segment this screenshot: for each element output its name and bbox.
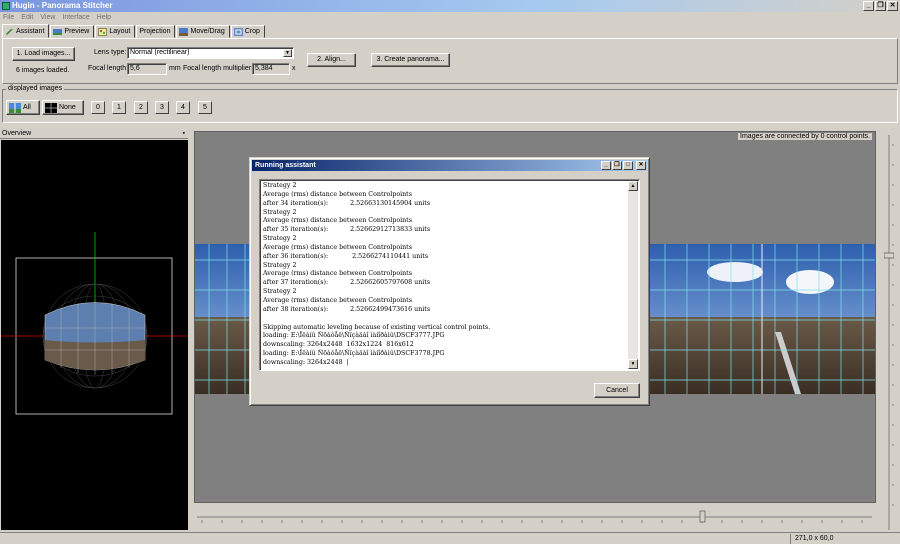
overview-panel[interactable] [1,140,188,530]
image-toggle-1[interactable]: 1 [112,101,126,114]
image-toggle-2[interactable]: 2 [134,101,148,114]
coords-readout: 271,0 x 60,0 [790,534,880,544]
scroll-up-icon[interactable]: ▲ [628,181,638,191]
log-scrollbar[interactable]: ▲ ▼ [628,181,638,369]
crop-icon [233,27,243,36]
image-toggle-0[interactable]: 0 [91,101,105,114]
restore-button[interactable]: ❐ [875,1,886,11]
menu-file[interactable]: File [3,12,14,23]
dialog-minimize-button[interactable]: _ [601,161,611,170]
displayed-images-title: displayed images [6,85,65,92]
focal-multiplier-field[interactable]: 5,384 [252,63,290,75]
tab-move-drag[interactable]: Move/Drag [176,25,230,38]
assistant-panel: 1. Load images... 6 images loaded. Lens … [2,38,898,84]
no-images-icon [45,102,57,113]
image-toggle-5[interactable]: 5 [198,101,212,114]
vertical-fov-slider[interactable] [883,135,895,530]
tab-projection[interactable]: Projection [136,25,176,38]
window-title: Hugin - Panorama Stitcher [12,1,113,10]
scroll-down-icon[interactable]: ▼ [628,359,638,369]
vertical-slider-thumb [883,252,895,259]
dialog-restore-button[interactable]: ❐ [612,161,622,170]
log-text: Strategy 2 Average (rms) distance betwee… [263,182,491,366]
focal-multiplier-unit: x [292,65,296,72]
control-points-status: Images are connected by 0 control points… [738,133,872,140]
image-toggle-4[interactable]: 4 [176,101,190,114]
all-images-icon [9,102,21,113]
images-loaded-status: 6 images loaded. [16,67,70,74]
menu-edit[interactable]: Edit [21,12,33,23]
cancel-button[interactable]: Cancel [594,383,640,398]
menu-view[interactable]: View [40,12,55,23]
menu-help[interactable]: Help [97,12,111,23]
align-button[interactable]: 2. Align... [307,53,356,67]
create-panorama-button[interactable]: 3. Create panorama... [371,53,450,67]
move-drag-icon [179,27,189,36]
close-button[interactable]: ✕ [887,1,898,11]
minimize-button[interactable]: _ [863,1,874,11]
displayed-images-group: displayed images All None 0 1 2 3 4 5 [2,85,898,125]
assistant-log-textarea[interactable]: Strategy 2 Average (rms) distance betwee… [259,179,640,371]
overview-sphere-view[interactable] [1,140,188,530]
focal-length-field[interactable]: 5,6 [127,63,167,75]
dialog-title: Running assistant [255,162,316,169]
dialog-titlebar[interactable]: Running assistant _ ❐ □ ✕ [252,160,647,171]
window-titlebar[interactable]: Hugin - Panorama Stitcher _ ❐ ✕ [0,0,900,12]
tab-layout[interactable]: Layout [95,25,136,38]
tab-preview[interactable]: Preview [50,25,95,38]
focal-multiplier-label: Focal length multiplier: [183,65,254,72]
status-bar: 271,0 x 60,0 [0,532,900,544]
focal-length-unit: mm [169,65,181,72]
horizontal-slider-thumb [699,510,706,523]
menu-interface[interactable]: Interface [62,12,89,23]
chevron-down-icon[interactable]: ▼ [283,49,292,57]
tab-assistant[interactable]: Assistant [2,24,50,38]
horizontal-fov-slider[interactable] [197,510,872,524]
hugin-app-icon [2,2,10,10]
show-none-button[interactable]: None [42,100,84,115]
lens-type-select[interactable]: Normal (rectilinear) ▼ [127,47,294,59]
menu-bar: File Edit View Interface Help [0,12,900,23]
tab-crop[interactable]: Crop [230,25,265,38]
show-all-button[interactable]: All [6,100,40,115]
load-images-button[interactable]: 1. Load images... [12,47,75,61]
lens-type-label: Lens type: [94,49,127,56]
window-controls: _ ❐ ✕ [863,1,898,11]
main-tabs: Assistant Preview Layout Projection Move… [2,24,266,38]
overview-header: Overview ▪ [0,129,188,139]
preview-icon [53,28,63,35]
running-assistant-dialog: Running assistant _ ❐ □ ✕ Strategy 2 Ave… [249,157,650,406]
dialog-maximize-button[interactable]: □ [623,161,633,170]
focal-length-label: Focal length: [88,65,129,72]
wizard-icon [6,27,14,35]
image-toggle-3[interactable]: 3 [155,101,169,114]
pin-icon[interactable]: ▪ [183,129,185,139]
layout-icon [98,27,108,36]
dialog-close-button[interactable]: ✕ [636,161,646,170]
